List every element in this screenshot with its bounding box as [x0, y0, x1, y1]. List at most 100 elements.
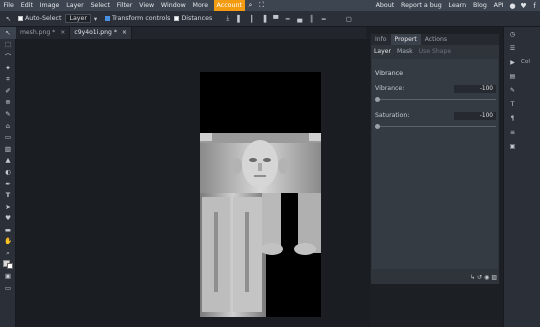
- distribute-h-icon[interactable]: ║: [306, 13, 317, 24]
- saturation-slider[interactable]: [375, 124, 496, 129]
- link-blog[interactable]: Blog: [470, 0, 491, 11]
- dock-swatches[interactable]: ☰: [504, 41, 540, 55]
- link-about[interactable]: About: [372, 0, 397, 11]
- dock-history[interactable]: ◷: [504, 27, 540, 41]
- right-links: About Report a bug Learn Blog API ● ♥ f: [372, 0, 540, 11]
- layer-select[interactable]: Layer: [65, 14, 91, 23]
- dodge-tool-icon[interactable]: ◐: [0, 166, 16, 178]
- trash-icon[interactable]: ▨: [491, 274, 497, 281]
- move-tool-icon[interactable]: ↖: [0, 27, 16, 39]
- twitter-icon[interactable]: ♥: [518, 0, 529, 11]
- doc-tab-mesh[interactable]: mesh.png * ×: [16, 27, 71, 39]
- rectangle-tool-icon[interactable]: ▬: [0, 224, 16, 236]
- dock-color[interactable]: ▶ Col: [504, 55, 540, 69]
- lasso-tool-icon[interactable]: ⌒: [0, 50, 16, 62]
- visibility-icon[interactable]: ◉: [484, 274, 489, 281]
- texture-image[interactable]: [200, 72, 321, 317]
- menu-image[interactable]: Image: [36, 0, 63, 11]
- text-tool-icon[interactable]: T: [0, 189, 16, 201]
- menu-select[interactable]: Select: [87, 0, 113, 11]
- facebook-icon[interactable]: f: [529, 0, 540, 11]
- eraser-tool-icon[interactable]: ▭: [0, 131, 16, 143]
- saturation-slider-knob[interactable]: [375, 124, 380, 129]
- link-learn[interactable]: Learn: [445, 0, 469, 11]
- vibrance-value[interactable]: -100: [454, 85, 496, 93]
- menu-file[interactable]: File: [0, 0, 17, 11]
- dock-image[interactable]: ▣: [504, 139, 540, 153]
- dock-paragraph[interactable]: ¶: [504, 111, 540, 125]
- dock-brush[interactable]: ▤: [504, 69, 540, 83]
- dock-css[interactable]: ≡: [504, 125, 540, 139]
- distances-checkbox[interactable]: [174, 16, 180, 21]
- reddit-icon[interactable]: ●: [507, 0, 518, 11]
- blur-tool-icon[interactable]: ▲: [0, 155, 16, 167]
- saturation-value[interactable]: -100: [454, 112, 496, 120]
- panel-tabs: Info Propert Actions: [371, 34, 499, 45]
- doc-tab-c9y4o1i[interactable]: c9y4o1i.png * ×: [70, 27, 132, 39]
- menu-layer[interactable]: Layer: [63, 0, 87, 11]
- screen-mode-icon[interactable]: ▭: [0, 282, 16, 294]
- history-icon: ◷: [509, 30, 516, 38]
- path-select-tool-icon[interactable]: ➤: [0, 201, 16, 213]
- subtab-mask[interactable]: Mask: [394, 46, 416, 57]
- tab-actions[interactable]: Actions: [421, 34, 451, 45]
- brush-tool-icon[interactable]: ✎: [0, 108, 16, 120]
- tab-properties[interactable]: Propert: [390, 34, 421, 45]
- dock-styles[interactable]: ✎: [504, 83, 540, 97]
- fullscreen-icon[interactable]: ⛶: [256, 0, 267, 11]
- align-bottom-icon[interactable]: ▄: [294, 13, 305, 24]
- distribute-v-icon[interactable]: ═: [318, 13, 329, 24]
- vibrance-slider-knob[interactable]: [375, 97, 380, 102]
- menu-edit[interactable]: Edit: [17, 0, 36, 11]
- healing-tool-icon[interactable]: ⊕: [0, 97, 16, 109]
- clip-icon[interactable]: ↳: [470, 274, 475, 281]
- reset-icon[interactable]: ↺: [477, 274, 482, 281]
- saturation-label: Saturation:: [375, 112, 410, 119]
- fill-tool-icon[interactable]: ▧: [0, 143, 16, 155]
- search-icon[interactable]: ⌕: [245, 0, 256, 11]
- clone-stamp-tool-icon[interactable]: ⌂: [0, 120, 16, 132]
- magic-wand-tool-icon[interactable]: ✦: [0, 62, 16, 74]
- download-icon[interactable]: ⤓: [222, 13, 233, 24]
- shape-tool-icon[interactable]: ♥: [0, 213, 16, 225]
- close-icon[interactable]: ×: [60, 27, 65, 39]
- menu-view[interactable]: View: [136, 0, 158, 11]
- transform-icon[interactable]: ▢: [343, 13, 354, 24]
- menu-window[interactable]: Window: [158, 0, 190, 11]
- chevron-down-icon: ▾: [93, 14, 98, 23]
- transform-controls-option[interactable]: Transform controls: [105, 15, 170, 22]
- account-button[interactable]: Account: [213, 0, 245, 11]
- subtab-use-shape[interactable]: Use Shape: [416, 46, 454, 57]
- dock-character[interactable]: T: [504, 97, 540, 111]
- align-middle-v-icon[interactable]: ━: [282, 13, 293, 24]
- distances-label: Distances: [181, 15, 213, 22]
- vibrance-label: Vibrance:: [375, 85, 405, 92]
- subtab-layer[interactable]: Layer: [371, 46, 394, 57]
- menu-more[interactable]: More: [189, 0, 211, 11]
- adjustment-properties: Vibrance Vibrance: -100 Saturation: -100: [372, 59, 498, 269]
- pen-tool-icon[interactable]: ✒: [0, 178, 16, 190]
- color-swatch[interactable]: [0, 259, 16, 271]
- zoom-tool-icon[interactable]: ⌕: [0, 247, 16, 259]
- document-tabs: mesh.png * × c9y4o1i.png * ×: [16, 27, 366, 39]
- align-right-icon[interactable]: ▐: [258, 13, 269, 24]
- link-api[interactable]: API: [490, 0, 507, 11]
- hand-tool-icon[interactable]: ✋: [0, 236, 16, 248]
- distances-option[interactable]: Distances: [174, 15, 212, 22]
- transform-controls-checkbox[interactable]: [105, 16, 110, 21]
- auto-select-checkbox[interactable]: [18, 16, 23, 21]
- eyedropper-tool-icon[interactable]: ✐: [0, 85, 16, 97]
- menu-filter[interactable]: Filter: [113, 0, 135, 11]
- quick-mask-icon[interactable]: ▣: [0, 270, 16, 282]
- crop-tool-icon[interactable]: ⌗: [0, 73, 16, 85]
- align-center-h-icon[interactable]: ┃: [246, 13, 257, 24]
- panel-subtabs: Layer Mask Use Shape: [371, 46, 499, 57]
- tab-info[interactable]: Info: [371, 34, 391, 45]
- vibrance-slider[interactable]: [375, 97, 496, 102]
- align-top-icon[interactable]: ▀: [270, 13, 281, 24]
- marquee-tool-icon[interactable]: ⬚: [0, 39, 16, 51]
- link-report-bug[interactable]: Report a bug: [398, 0, 446, 11]
- close-icon[interactable]: ×: [122, 27, 127, 39]
- align-left-icon[interactable]: ▌: [234, 13, 245, 24]
- auto-select-option[interactable]: Auto-Select: [18, 15, 61, 22]
